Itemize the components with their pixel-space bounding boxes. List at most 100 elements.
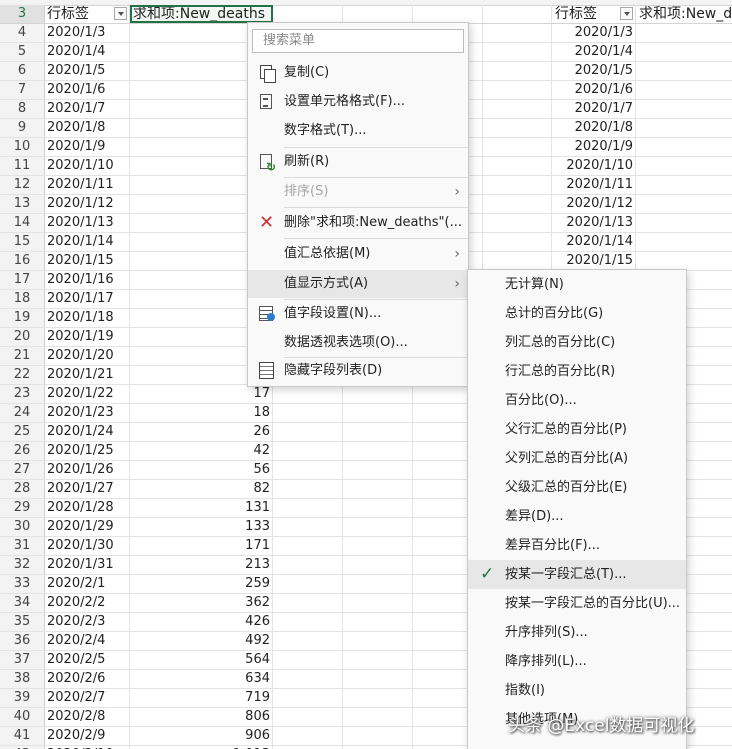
row-number[interactable]: 41 xyxy=(0,727,45,745)
row-number[interactable]: 19 xyxy=(0,309,45,327)
cell[interactable] xyxy=(483,195,552,213)
pivot2-row-label-cell[interactable]: 2020/1/6 xyxy=(552,81,636,99)
row-number[interactable]: 17 xyxy=(0,271,45,289)
cell[interactable] xyxy=(273,423,343,441)
row-label-date-cell[interactable]: 2020/1/16 xyxy=(44,271,130,289)
cell[interactable] xyxy=(343,651,413,669)
cell[interactable] xyxy=(636,62,732,80)
new-deaths-value-cell[interactable]: 259 xyxy=(130,575,273,593)
row-label-date-cell[interactable]: 2020/2/3 xyxy=(44,613,130,631)
pivot2-row-label-cell[interactable]: 2020/1/15 xyxy=(552,252,636,270)
cell[interactable] xyxy=(273,651,343,669)
row-number[interactable]: 13 xyxy=(0,195,45,213)
row-number[interactable]: 6 xyxy=(0,62,45,80)
row-number[interactable]: 29 xyxy=(0,499,45,517)
cell[interactable] xyxy=(636,195,732,213)
row-number[interactable]: 39 xyxy=(0,689,45,707)
search-menu-input[interactable]: 搜索菜单 xyxy=(252,29,464,53)
row-number[interactable]: 15 xyxy=(0,233,45,251)
row-label-date-cell[interactable]: 2020/2/5 xyxy=(44,651,130,669)
pivot2-row-label-cell[interactable]: 2020/1/14 xyxy=(552,233,636,251)
row-label-date-cell[interactable]: 2020/1/26 xyxy=(44,461,130,479)
menu-item-copy[interactable]: 复制(C) xyxy=(248,60,468,86)
row-label-date-cell[interactable]: 2020/1/23 xyxy=(44,404,130,422)
cell[interactable] xyxy=(413,5,483,23)
row-label-date-cell[interactable]: 2020/2/9 xyxy=(44,727,130,745)
cell[interactable] xyxy=(273,499,343,517)
new-deaths-value-cell[interactable]: 56 xyxy=(130,461,273,479)
cell[interactable] xyxy=(343,480,413,498)
menu-item-number-format[interactable]: 数字格式(T)... xyxy=(248,118,468,144)
row-number[interactable]: 25 xyxy=(0,423,45,441)
spreadsheet-grid[interactable]: 3 行标签 求和项:New_deaths 行标签 求和项:New_de 4 202… xyxy=(0,0,732,749)
new-deaths-value-cell[interactable]: 806 xyxy=(130,708,273,726)
cell[interactable] xyxy=(636,138,732,156)
row-label-date-cell[interactable]: 2020/1/29 xyxy=(44,518,130,536)
cell[interactable] xyxy=(483,24,552,42)
cell[interactable] xyxy=(636,24,732,42)
row-label-date-cell[interactable]: 2020/2/2 xyxy=(44,594,130,612)
row-number[interactable]: 23 xyxy=(0,385,45,403)
cell[interactable] xyxy=(636,100,732,118)
menu-item-summarize-values-by[interactable]: 值汇总依据(M) › xyxy=(248,241,468,267)
submenu-item[interactable]: 差异(D)... xyxy=(468,502,686,531)
row-label-date-cell[interactable]: 2020/2/1 xyxy=(44,575,130,593)
pivot2-value-header[interactable]: 求和项:New_de xyxy=(636,5,732,23)
menu-item-show-values-as[interactable]: 值显示方式(A) › xyxy=(248,270,468,298)
cell[interactable] xyxy=(636,233,732,251)
new-deaths-value-cell[interactable]: 906 xyxy=(130,727,273,745)
row-label-date-cell[interactable]: 2020/1/14 xyxy=(44,233,130,251)
cell[interactable] xyxy=(343,461,413,479)
submenu-item[interactable]: 差异百分比(F)... xyxy=(468,531,686,560)
row-label-date-cell[interactable]: 2020/1/9 xyxy=(44,138,130,156)
row-label-date-cell[interactable]: 2020/1/13 xyxy=(44,214,130,232)
cell[interactable] xyxy=(273,518,343,536)
row-label-date-cell[interactable]: 2020/1/4 xyxy=(44,43,130,61)
row-label-date-cell[interactable]: 2020/2/7 xyxy=(44,689,130,707)
submenu-item[interactable]: 百分比(O)... xyxy=(468,386,686,415)
row-label-date-cell[interactable]: 2020/1/11 xyxy=(44,176,130,194)
submenu-item[interactable]: 无计算(N) xyxy=(468,270,686,299)
submenu-item[interactable]: 按某一字段汇总的百分比(U)... xyxy=(468,589,686,618)
cell[interactable] xyxy=(343,556,413,574)
new-deaths-value-cell[interactable]: 133 xyxy=(130,518,273,536)
pivot2-row-label-cell[interactable]: 2020/1/8 xyxy=(552,119,636,137)
row-number[interactable]: 4 xyxy=(0,24,45,42)
cell[interactable] xyxy=(483,138,552,156)
new-deaths-value-cell[interactable]: 42 xyxy=(130,442,273,460)
cell[interactable] xyxy=(636,252,732,270)
cell[interactable] xyxy=(483,81,552,99)
row-label-date-cell[interactable]: 2020/2/8 xyxy=(44,708,130,726)
cell[interactable] xyxy=(483,100,552,118)
cell[interactable] xyxy=(273,575,343,593)
pivot2-row-label-cell[interactable]: 2020/1/7 xyxy=(552,100,636,118)
row-number[interactable]: 35 xyxy=(0,613,45,631)
cell[interactable] xyxy=(636,43,732,61)
row-label-date-cell[interactable]: 2020/1/27 xyxy=(44,480,130,498)
new-deaths-value-cell[interactable]: 634 xyxy=(130,670,273,688)
cell[interactable] xyxy=(273,404,343,422)
cell[interactable] xyxy=(273,442,343,460)
submenu-item[interactable]: 父行汇总的百分比(P) xyxy=(468,415,686,444)
sum-new-deaths-header-cell[interactable]: 求和项:New_deaths xyxy=(130,5,273,23)
cell[interactable] xyxy=(636,214,732,232)
submenu-item[interactable]: 行汇总的百分比(R) xyxy=(468,357,686,386)
submenu-item[interactable]: 父级汇总的百分比(E) xyxy=(468,473,686,502)
cell[interactable] xyxy=(273,556,343,574)
row-label-date-cell[interactable]: 2020/1/15 xyxy=(44,252,130,270)
row-number[interactable]: 28 xyxy=(0,480,45,498)
cell[interactable] xyxy=(273,708,343,726)
cell[interactable] xyxy=(343,518,413,536)
row-label-date-cell[interactable]: 2020/2/4 xyxy=(44,632,130,650)
cell[interactable] xyxy=(343,689,413,707)
pivot2-row-label-cell[interactable]: 2020/1/3 xyxy=(552,24,636,42)
cell[interactable] xyxy=(273,594,343,612)
row-number[interactable]: 8 xyxy=(0,100,45,118)
row-number[interactable]: 5 xyxy=(0,43,45,61)
row-label-date-cell[interactable]: 2020/1/17 xyxy=(44,290,130,308)
row-number[interactable]: 12 xyxy=(0,176,45,194)
row-number[interactable]: 10 xyxy=(0,138,45,156)
row-number[interactable]: 34 xyxy=(0,594,45,612)
new-deaths-value-cell[interactable]: 171 xyxy=(130,537,273,555)
row-label-date-cell[interactable]: 2020/1/20 xyxy=(44,347,130,365)
